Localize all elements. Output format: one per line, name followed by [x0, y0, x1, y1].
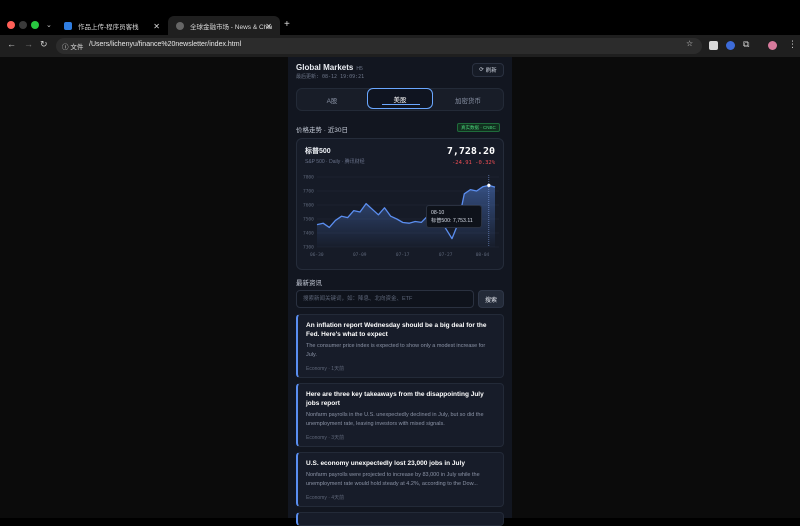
file-scheme-label: ⓘ 文件 — [62, 44, 84, 51]
minimize-window-button[interactable] — [19, 21, 27, 29]
x-tick-label: 06-30 — [310, 252, 324, 258]
news-meta: Economy · 3天前 — [306, 435, 345, 441]
reload-icon[interactable]: ↻ — [40, 39, 48, 50]
favicon-icon — [176, 22, 184, 30]
tooltip-date: 08-10 — [431, 210, 445, 216]
news-search-input[interactable] — [296, 290, 474, 308]
tooltip-value: 标普500: 7,753.11 — [431, 218, 473, 224]
x-tick-label: 07-09 — [353, 252, 367, 258]
x-tick-label: 08-04 — [476, 252, 490, 258]
tab-markets[interactable]: 全球金融市场 - News & Charts ✕ — [168, 16, 280, 36]
close-window-button[interactable] — [7, 21, 15, 29]
tab-us-stocks[interactable]: 美股 — [367, 88, 433, 109]
news-summary: The consumer price index is expected to … — [306, 343, 486, 358]
last-updated: 最后更新: 08-12 19:09:21 — [296, 74, 365, 80]
page-title: Global Markets H5 — [296, 63, 363, 72]
menu-kebab-icon[interactable]: ⋮ — [788, 39, 797, 50]
forward-icon[interactable]: → — [24, 39, 33, 49]
chart-tooltip: 08-10 标普500: 7,753.11 — [426, 205, 482, 228]
favicon-icon — [64, 22, 72, 30]
hover-point — [487, 183, 491, 187]
price-chart-card: 标普500 S&P 500 · Daily · 腾讯财经 7,728.20 -2… — [296, 138, 504, 270]
markets-app: Global Markets H5 最后更新: 08-12 19:09:21 ⟳ 刷… — [288, 57, 512, 526]
tab-upload[interactable]: 作品上传-程序员客栈 ✕ — [56, 17, 168, 35]
bookmark-star-icon[interactable]: ☆ — [686, 39, 693, 48]
news-summary: Nonfarm payrolls in the U.S. unexpectedl… — [306, 412, 484, 427]
news-card[interactable] — [296, 512, 504, 526]
url-text[interactable]: /Users/lichenyu/finance%20newsletter/ind… — [89, 41, 241, 48]
y-tick-label: 7600 — [303, 203, 314, 209]
tab-search-icon[interactable]: ⌄ — [46, 21, 52, 29]
x-tick-label: 07-27 — [439, 252, 453, 258]
refresh-icon: ⟳ — [479, 67, 484, 73]
extension-icon[interactable] — [709, 41, 718, 50]
search-button[interactable]: 搜索 — [478, 290, 504, 308]
y-tick-label: 7800 — [303, 175, 314, 181]
y-tick-label: 7500 — [303, 217, 314, 223]
news-summary: Nonfarm payrolls were projected to incre… — [306, 472, 480, 487]
tab-strip: ⌄ 作品上传-程序员客栈 ✕ 全球金融市场 - News & Charts ✕ … — [0, 0, 800, 36]
news-card[interactable]: Here are three key takeaways from the di… — [296, 383, 504, 447]
browser-chrome: ⌄ 作品上传-程序员客栈 ✕ 全球金融市场 - News & Charts ✕ … — [0, 0, 800, 57]
back-icon[interactable]: ← — [7, 39, 16, 49]
data-source-badge: 真实数据 · CNBC — [457, 123, 500, 132]
y-tick-label: 7700 — [303, 189, 314, 195]
news-headline[interactable]: Here are three key takeaways from the di… — [306, 390, 495, 408]
close-tab-icon[interactable]: ✕ — [265, 22, 272, 31]
price-section-title: 价格走势 · 近30日 — [296, 127, 349, 134]
x-tick-label: 07-17 — [396, 252, 410, 258]
profile-avatar[interactable] — [768, 41, 777, 50]
new-tab-icon[interactable]: + — [284, 19, 290, 30]
extensions-puzzle-icon[interactable]: ⧉ — [743, 39, 749, 50]
news-card[interactable]: U.S. economy unexpectedly lost 23,000 jo… — [296, 452, 504, 507]
tab-title: 全球金融市场 - News & Charts — [190, 24, 272, 31]
y-tick-label: 7300 — [303, 245, 314, 251]
market-tabs: A股 美股 加密货币 — [296, 88, 504, 111]
close-tab-icon[interactable]: ✕ — [153, 22, 160, 31]
news-card[interactable]: An inflation report Wednesday should be … — [296, 314, 504, 378]
tab-a-shares[interactable]: A股 — [299, 89, 365, 110]
news-headline[interactable]: U.S. economy unexpectedly lost 23,000 jo… — [306, 459, 495, 468]
news-headline[interactable]: An inflation report Wednesday should be … — [306, 321, 495, 339]
address-bar[interactable]: ⓘ 文件 /Users/lichenyu/finance%20newslette… — [56, 38, 702, 54]
news-section-title: 最新资讯 — [296, 280, 322, 287]
refresh-button[interactable]: ⟳ 刷新 — [472, 63, 504, 77]
news-meta: Economy · 1天前 — [306, 366, 345, 372]
y-tick-label: 7400 — [303, 231, 314, 237]
zoom-window-button[interactable] — [31, 21, 39, 29]
news-meta: Economy · 4天前 — [306, 495, 345, 501]
tab-crypto[interactable]: 加密货币 — [435, 89, 501, 110]
tab-title: 作品上传-程序员客栈 — [78, 24, 139, 31]
extension-icon[interactable] — [726, 41, 735, 50]
